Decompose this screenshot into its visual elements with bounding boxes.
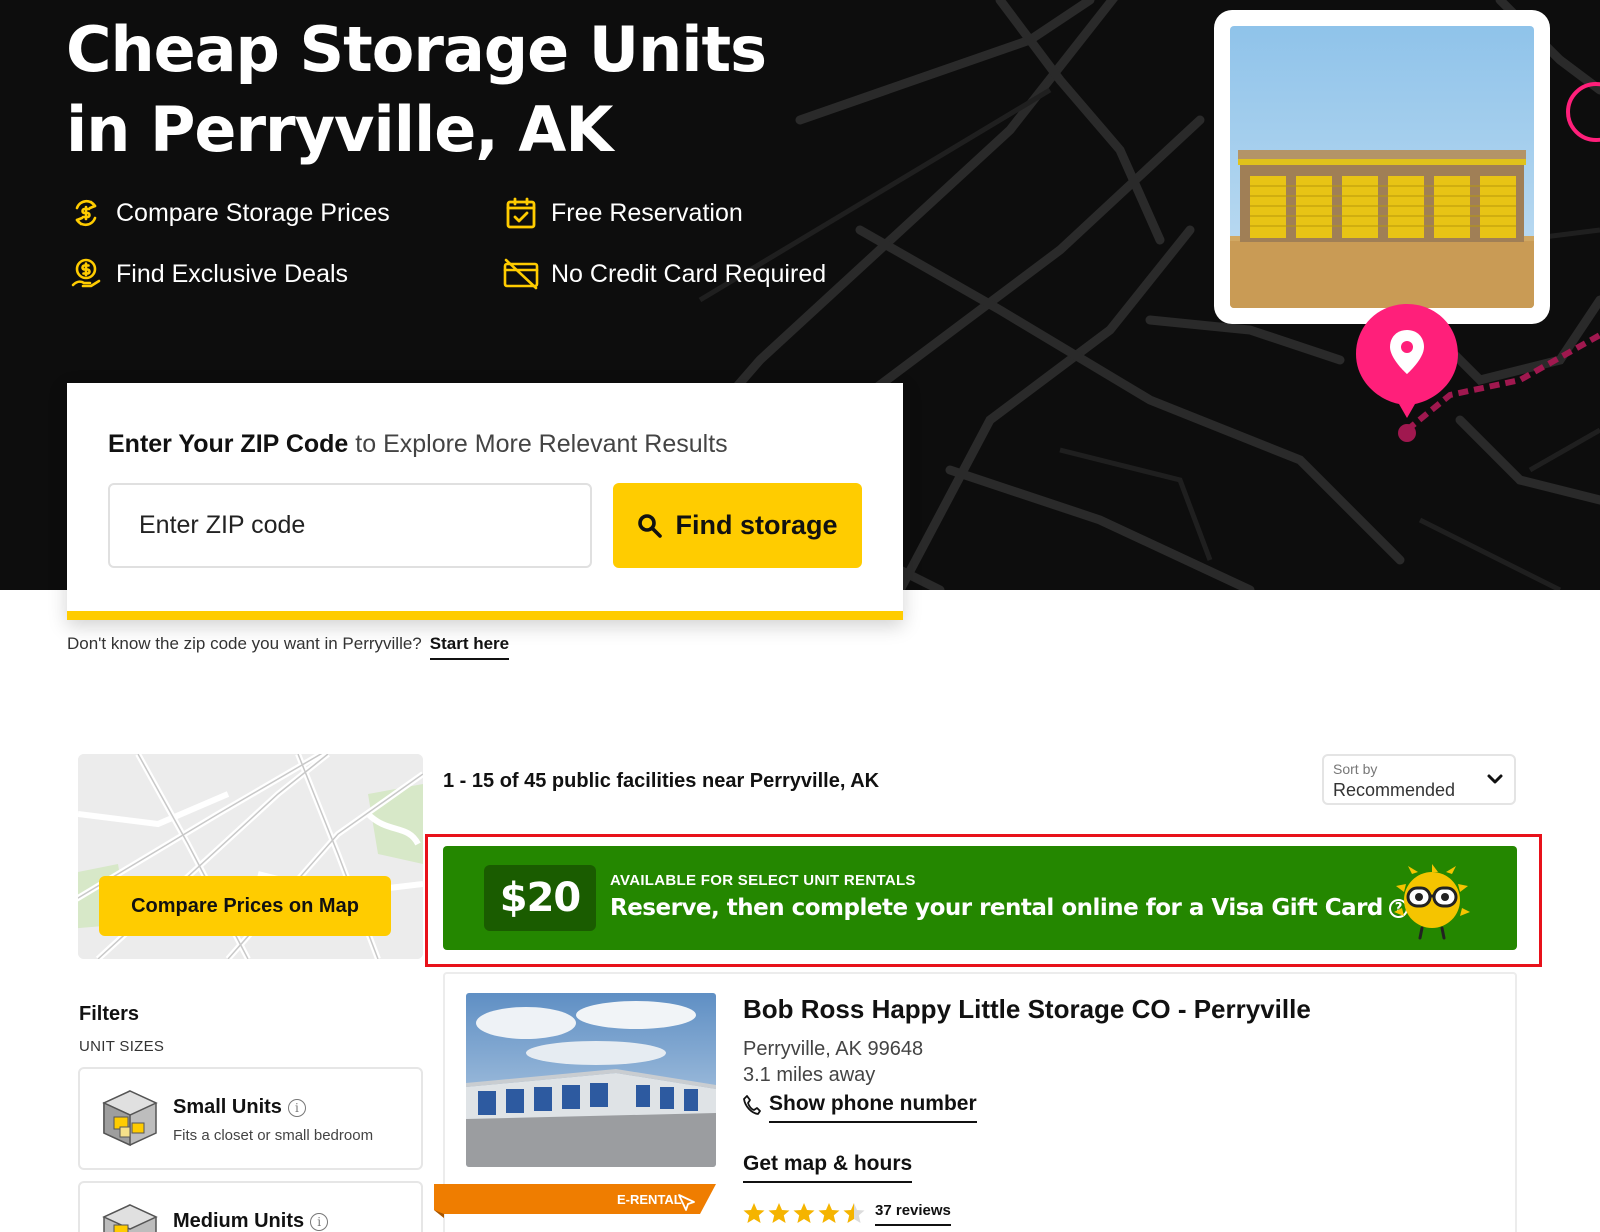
find-storage-label: Find storage (675, 510, 838, 540)
zip-search-card: Enter Your ZIP Code to Explore More Rele… (67, 383, 903, 620)
zip-code-input[interactable] (108, 483, 592, 568)
chevron-down-icon (1486, 770, 1504, 793)
zip-heading-bold: Enter Your ZIP Code (108, 430, 349, 458)
info-icon[interactable]: i (287, 1098, 306, 1117)
compare-prices-map-button[interactable]: Compare Prices on Map (99, 876, 391, 936)
star-rating-icon (743, 1203, 865, 1223)
calendar-check-icon (503, 195, 539, 231)
e-rental-label: E-RENTAL (617, 1192, 682, 1207)
e-rental-badge: E-RENTAL (434, 1184, 716, 1218)
location-pin-icon (1354, 300, 1460, 442)
show-phone-label: Show phone number (769, 1092, 977, 1123)
feature-label: Find Exclusive Deals (116, 259, 349, 288)
feature-no-credit-card: No Credit Card Required (503, 256, 826, 292)
find-storage-button[interactable]: Find storage (613, 483, 862, 568)
money-bag-icon (68, 256, 104, 292)
unit-name: Small Units (173, 1096, 282, 1118)
promo-main-label: Reserve, then complete your rental onlin… (610, 895, 1383, 921)
small-unit-icon (102, 1087, 158, 1149)
facility-name[interactable]: Bob Ross Happy Little Storage CO - Perry… (743, 994, 1311, 1025)
search-icon (637, 513, 663, 539)
feature-free-reservation: Free Reservation (503, 195, 743, 231)
hero-facility-photo-card (1214, 10, 1550, 324)
filter-medium-units[interactable]: Medium Units i (78, 1181, 423, 1232)
sort-value: Recommended (1333, 780, 1456, 800)
zip-hint: Don't know the zip code you want in Perr… (67, 634, 510, 660)
zip-hint-text: Don't know the zip code you want in Perr… (67, 634, 422, 653)
map-preview[interactable]: Compare Prices on Map (78, 754, 423, 959)
promo-kicker: AVAILABLE FOR SELECT UNIT RENTALS (610, 872, 916, 889)
feature-label: No Credit Card Required (551, 259, 827, 288)
results-count: 1 - 15 of 45 public facilities near Perr… (443, 770, 880, 792)
start-here-link[interactable]: Start here (429, 634, 510, 660)
sort-label: Sort by (1333, 761, 1378, 777)
facility-card[interactable]: E-RENTAL Bob Ross Happy Little Storage C… (434, 972, 1517, 1232)
show-phone-link[interactable]: Show phone number (743, 1092, 977, 1123)
no-credit-card-icon (503, 256, 539, 292)
filter-small-units[interactable]: Small Units i Fits a closet or small bedr… (78, 1067, 423, 1170)
zip-heading-rest: to Explore More Relevant Results (348, 430, 728, 458)
medium-unit-icon (102, 1201, 158, 1232)
filters-title: Filters (79, 1003, 140, 1025)
feature-exclusive-deals: Find Exclusive Deals (68, 256, 348, 292)
medium-units-title: Medium Units i (173, 1210, 329, 1232)
mascot-icon (1392, 862, 1472, 940)
small-units-description: Fits a closet or small bedroom (173, 1127, 374, 1144)
page-title: Cheap Storage Units in Perryville, AK (66, 13, 767, 166)
unit-sizes-label: UNIT SIZES (79, 1038, 165, 1055)
feature-compare-prices: Compare Storage Prices (68, 195, 390, 231)
facility-photo[interactable] (466, 993, 716, 1167)
unit-name: Medium Units (173, 1210, 305, 1232)
promo-main-text: Reserve, then complete your rental onlin… (610, 895, 1408, 921)
phone-icon (743, 1094, 761, 1121)
zip-search-heading: Enter Your ZIP Code to Explore More Rele… (108, 430, 728, 459)
small-units-title: Small Units i (173, 1096, 306, 1119)
facility-address: Perryville, AK 99648 (743, 1038, 924, 1060)
promo-amount: $20 (484, 865, 596, 931)
sort-by-select[interactable]: Sort by Recommended (1322, 754, 1516, 805)
feature-label: Free Reservation (551, 198, 743, 227)
get-map-hours-link[interactable]: Get map & hours (743, 1152, 913, 1183)
compare-arrows-icon (68, 195, 104, 231)
info-icon[interactable]: i (310, 1212, 329, 1231)
facility-rating: 37 reviews (743, 1202, 951, 1226)
gift-card-promo-banner[interactable]: $20 AVAILABLE FOR SELECT UNIT RENTALS Re… (443, 846, 1517, 950)
facility-distance: 3.1 miles away (743, 1064, 876, 1086)
reviews-link[interactable]: 37 reviews (875, 1202, 951, 1226)
feature-label: Compare Storage Prices (116, 198, 390, 227)
storage-building-image (1230, 26, 1534, 308)
